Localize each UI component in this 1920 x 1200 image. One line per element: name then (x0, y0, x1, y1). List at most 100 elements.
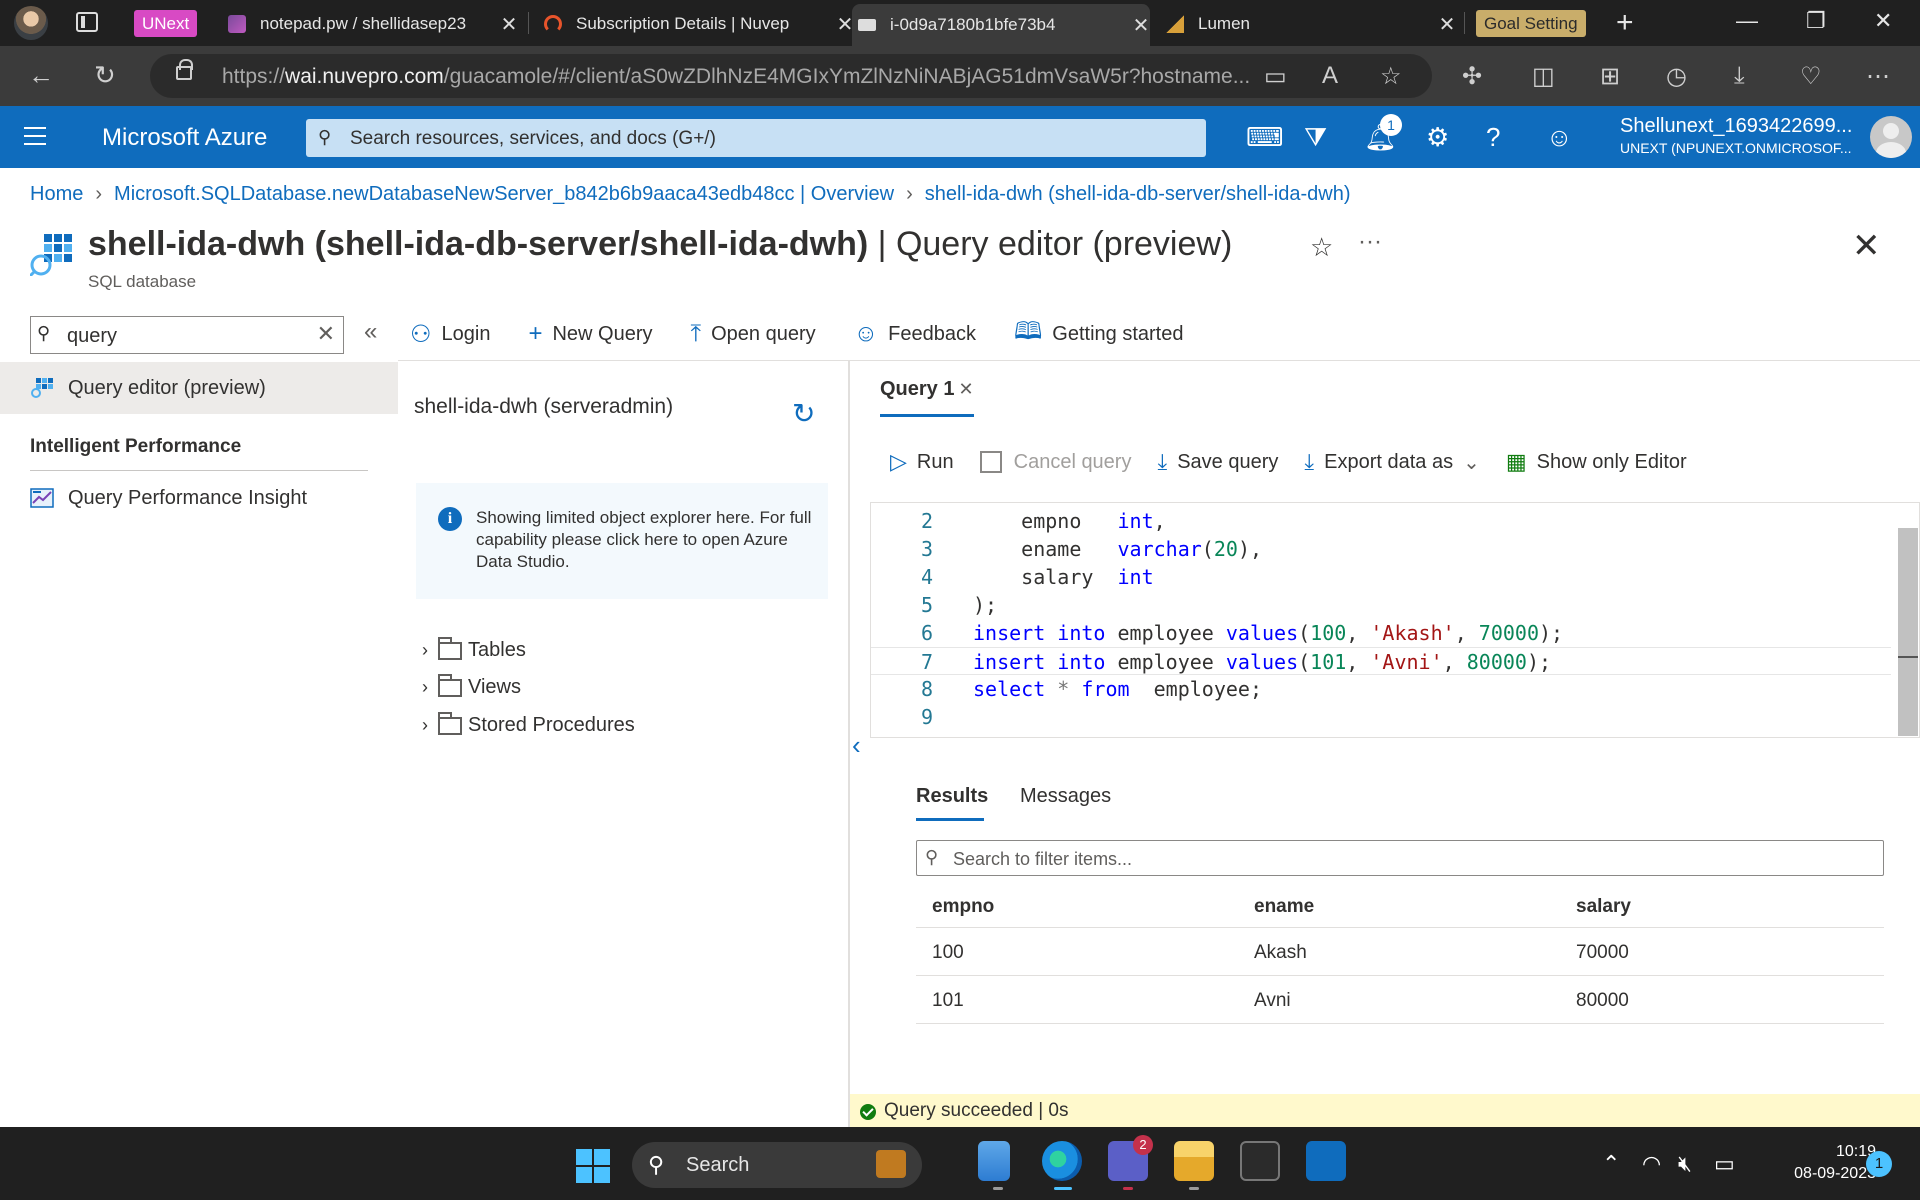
performance-insight-icon (30, 488, 54, 508)
portal-menu-icon[interactable] (24, 127, 46, 145)
chevron-right-icon[interactable]: › (422, 640, 428, 661)
profile-avatar[interactable] (14, 6, 48, 40)
favorite-star-icon[interactable]: ☆ (1380, 62, 1402, 91)
feedback-icon: ☺ (853, 320, 879, 347)
chevron-right-icon[interactable]: › (422, 715, 428, 736)
column-header[interactable]: salary (1576, 896, 1631, 918)
tree-node-tables[interactable]: › Tables (422, 636, 526, 662)
page-subtitle: SQL database (88, 272, 197, 291)
tab-group-goal-setting[interactable]: Goal Setting (1476, 10, 1586, 37)
settings-gear-icon[interactable]: ⚙ (1426, 122, 1449, 153)
extensions-icon[interactable]: ✣ (1462, 62, 1482, 91)
tab-lumen[interactable]: Lumen ✕ (1166, 4, 1456, 44)
editor-scrollbar[interactable] (1898, 528, 1918, 736)
url-text: https://wai.nuvepro.com/guacamole/#/clie… (222, 65, 1251, 88)
tab-results[interactable]: Results (916, 785, 988, 808)
menu-search-input[interactable]: ⚲ query ✕ (30, 316, 344, 354)
export-data-dropdown[interactable]: ⤓ Export data as ⌄ (1304, 449, 1479, 475)
run-button[interactable]: ▷ Run (890, 449, 954, 475)
favorite-star-icon[interactable]: ☆ (1310, 232, 1333, 263)
tree-node-views[interactable]: › Views (422, 673, 521, 699)
browser-essentials-icon[interactable]: ♡ (1800, 62, 1822, 91)
collapse-menu-icon[interactable]: « (364, 318, 377, 346)
close-tab-icon[interactable]: ✕ (1132, 13, 1150, 38)
column-header[interactable]: ename (1254, 896, 1314, 918)
minimize-icon[interactable]: — (1736, 8, 1758, 34)
azure-search-box[interactable]: ⚲ Search resources, services, and docs (… (306, 119, 1206, 157)
outlook-app-icon[interactable] (1306, 1141, 1346, 1181)
results-filter-input[interactable]: ⚲ Search to filter items... (916, 840, 1884, 876)
feedback-icon[interactable]: ☺ (1546, 122, 1573, 153)
tab-query-1[interactable]: Query 1 ✕ (880, 378, 974, 401)
breadcrumb-home[interactable]: Home (30, 183, 83, 205)
open-query-button[interactable]: ⤒ Open query (679, 320, 816, 348)
code-line: 5); (920, 593, 998, 617)
close-tab-icon[interactable]: ✕ (500, 12, 518, 37)
cloud-shell-icon[interactable]: ⌨ (1246, 122, 1284, 153)
refresh-icon[interactable]: ↻ (94, 60, 116, 91)
windows-start-icon[interactable] (576, 1149, 610, 1183)
active-tab-underline (880, 414, 974, 417)
taskbar-clock[interactable]: 10:19 08-09-2023 (1760, 1141, 1876, 1185)
azure-brand[interactable]: Microsoft Azure (102, 124, 267, 152)
close-tab-icon[interactable]: ✕ (958, 379, 973, 399)
volume-muted-icon[interactable]: 🔇︎ (1678, 1151, 1692, 1177)
breadcrumb-overview[interactable]: Microsoft.SQLDatabase.newDatabaseNewServ… (114, 183, 894, 205)
menu-item-query-performance-insight[interactable]: Query Performance Insight (30, 486, 307, 510)
table-row[interactable]: 101 Avni 80000 (916, 976, 1884, 1024)
tab-subscription[interactable]: Subscription Details | Nuvep ✕ (544, 4, 854, 44)
wifi-icon[interactable]: ◠ (1642, 1151, 1661, 1177)
more-menu-icon[interactable]: ⋯ (1866, 62, 1890, 91)
feedback-button[interactable]: ☺ Feedback (842, 320, 976, 348)
table-row[interactable]: 100 Akash 70000 (916, 928, 1884, 976)
notification-center-badge[interactable]: 1 (1866, 1151, 1892, 1177)
chevron-right-icon[interactable]: › (422, 677, 428, 698)
account-avatar[interactable] (1870, 116, 1912, 158)
show-only-editor-button[interactable]: ▦ Show only Editor (1506, 449, 1687, 475)
info-banner[interactable]: i Showing limited object explorer here. … (416, 483, 828, 599)
tab-actions-icon[interactable] (76, 12, 98, 32)
new-query-button[interactable]: + New Query (516, 320, 652, 348)
cancel-query-button[interactable]: Cancel query (979, 451, 1131, 474)
menu-item-query-editor[interactable]: Query editor (preview) (30, 376, 266, 400)
tab-notepad[interactable]: notepad.pw / shellidasep23 ✕ (228, 4, 518, 44)
address-bar[interactable]: https://wai.nuvepro.com/guacamole/#/clie… (150, 54, 1432, 98)
more-options-icon[interactable]: ··· (1358, 228, 1382, 256)
downloads-icon[interactable]: ⤓ (1734, 62, 1745, 90)
clipboard-icon[interactable]: ▭ (1264, 62, 1287, 91)
tab-instance[interactable]: i-0d9a7180b1bfe73b4 ✕ (852, 4, 1150, 46)
clear-search-icon[interactable]: ✕ (317, 321, 335, 347)
tab-messages[interactable]: Messages (1020, 785, 1111, 808)
collections-icon[interactable]: ⊞ (1600, 62, 1620, 91)
history-icon[interactable]: ◷ (1666, 62, 1687, 91)
pane-divider[interactable] (848, 361, 850, 1127)
collapse-explorer-icon[interactable]: ‹ (852, 730, 861, 761)
help-icon[interactable]: ? (1486, 122, 1500, 153)
notepad-app-icon[interactable] (978, 1141, 1010, 1181)
tab-group-unext[interactable]: UNext (134, 10, 198, 37)
close-blade-icon[interactable]: ✕ (1852, 226, 1881, 266)
getting-started-button[interactable]: 🕮︎ Getting started (1002, 314, 1183, 355)
split-screen-icon[interactable]: ◫ (1532, 62, 1555, 91)
refresh-icon[interactable]: ↻ (792, 397, 815, 430)
account-info[interactable]: Shellunext_1693422699... UNEXT (NPUNEXT.… (1620, 115, 1852, 156)
directory-filter-icon[interactable]: ⧩ (1304, 122, 1327, 154)
close-tab-icon[interactable]: ✕ (1438, 12, 1456, 37)
close-window-icon[interactable]: ✕ (1874, 8, 1892, 34)
back-icon[interactable]: ← (28, 60, 54, 91)
breadcrumb-current[interactable]: shell-ida-dwh (shell-ida-db-server/shell… (925, 183, 1351, 205)
taskbar-search[interactable]: ⚲ Search (632, 1142, 922, 1188)
new-tab-icon[interactable]: + (1616, 6, 1634, 40)
battery-icon[interactable]: ▭ (1714, 1151, 1735, 1177)
login-button[interactable]: ⚇ Login (398, 320, 490, 349)
save-query-button[interactable]: ⤓ Save query (1157, 449, 1278, 475)
column-header[interactable]: empno (932, 896, 994, 918)
tree-node-stored-procedures[interactable]: › Stored Procedures (422, 711, 635, 737)
code-editor[interactable]: 2 empno int, 3 ename varchar(20), 4 sala… (870, 502, 1920, 738)
read-aloud-icon[interactable]: A (1322, 62, 1338, 90)
restore-icon[interactable]: ❐ (1806, 8, 1826, 34)
edge-app-icon[interactable] (1042, 1141, 1082, 1181)
file-explorer-icon[interactable] (1174, 1141, 1214, 1181)
chevron-up-icon[interactable]: ⌃ (1602, 1151, 1620, 1177)
terminal-app-icon[interactable] (1240, 1141, 1280, 1181)
